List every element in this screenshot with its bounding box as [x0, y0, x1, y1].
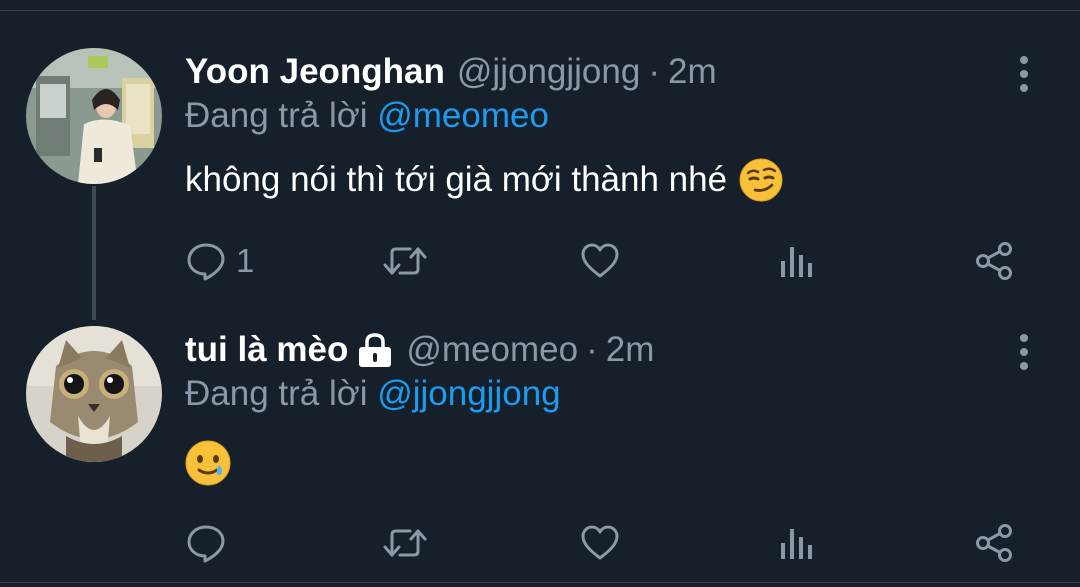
tweet-actions: [0, 518, 1080, 568]
separator: ·: [648, 52, 660, 91]
top-divider: [0, 10, 1080, 11]
reply-button[interactable]: 1: [186, 236, 254, 286]
avatar[interactable]: [26, 326, 162, 462]
retweet-button[interactable]: [382, 236, 428, 286]
tweet-header: Yoon Jeonghan @jjongjjong · 2m: [185, 48, 717, 96]
views-button[interactable]: [780, 236, 814, 286]
user-handle[interactable]: @meomeo: [406, 330, 578, 370]
tweet-meomeo[interactable]: tui là mèo @meomeo · 2m Đang trả lời @jj…: [0, 318, 1080, 580]
share-icon: [976, 524, 1012, 562]
replying-to: Đang trả lời @jjongjjong: [185, 374, 561, 414]
reply-icon: [187, 243, 225, 281]
avatar-photo: [26, 326, 162, 462]
bottom-divider: [0, 582, 1080, 583]
retweet-icon: [383, 247, 427, 275]
views-icon: [781, 529, 812, 559]
reply-count: 1: [236, 242, 255, 279]
reply-icon: [187, 525, 225, 563]
like-button[interactable]: [580, 236, 620, 286]
like-icon: [581, 243, 619, 278]
user-handle[interactable]: @jjongjjong: [457, 52, 640, 92]
views-icon: [781, 247, 812, 277]
lock-icon: [356, 332, 394, 368]
avatar-photo: [26, 48, 162, 184]
avatar[interactable]: [26, 48, 162, 184]
replying-to-label: Đang trả lời: [185, 374, 368, 413]
tweet-header: tui là mèo @meomeo · 2m: [185, 326, 654, 374]
separator: ·: [586, 330, 598, 369]
like-icon: [581, 525, 619, 560]
mention-link[interactable]: @jjongjjong: [377, 374, 560, 413]
smirking-face-emoji: [739, 158, 783, 202]
tweet-actions: 1: [0, 236, 1080, 286]
display-name[interactable]: Yoon Jeonghan: [185, 52, 445, 92]
like-button[interactable]: [580, 518, 620, 568]
display-name[interactable]: tui là mèo: [185, 330, 348, 370]
mention-link[interactable]: @meomeo: [377, 96, 549, 135]
share-button[interactable]: [974, 236, 1014, 286]
tweet-text: không nói thì tới già mới thành nhé: [185, 158, 783, 202]
smiling-face-with-tear-emoji: [185, 440, 231, 486]
more-vertical-icon[interactable]: [1010, 332, 1038, 372]
timestamp[interactable]: 2m: [668, 52, 717, 92]
reply-button[interactable]: [186, 518, 236, 568]
replying-to-label: Đang trả lời: [185, 96, 368, 135]
retweet-icon: [383, 529, 427, 557]
share-icon: [976, 242, 1012, 280]
views-button[interactable]: [780, 518, 814, 568]
replying-to: Đang trả lời @meomeo: [185, 96, 549, 136]
more-vertical-icon[interactable]: [1010, 54, 1038, 94]
retweet-button[interactable]: [382, 518, 428, 568]
tweet-text-content: không nói thì tới già mới thành nhé: [185, 160, 728, 199]
tweet-jjongjjong[interactable]: Yoon Jeonghan @jjongjjong · 2m Đang trả …: [0, 40, 1080, 290]
timestamp[interactable]: 2m: [606, 330, 655, 370]
tweet-text: [185, 440, 231, 486]
share-button[interactable]: [974, 518, 1014, 568]
